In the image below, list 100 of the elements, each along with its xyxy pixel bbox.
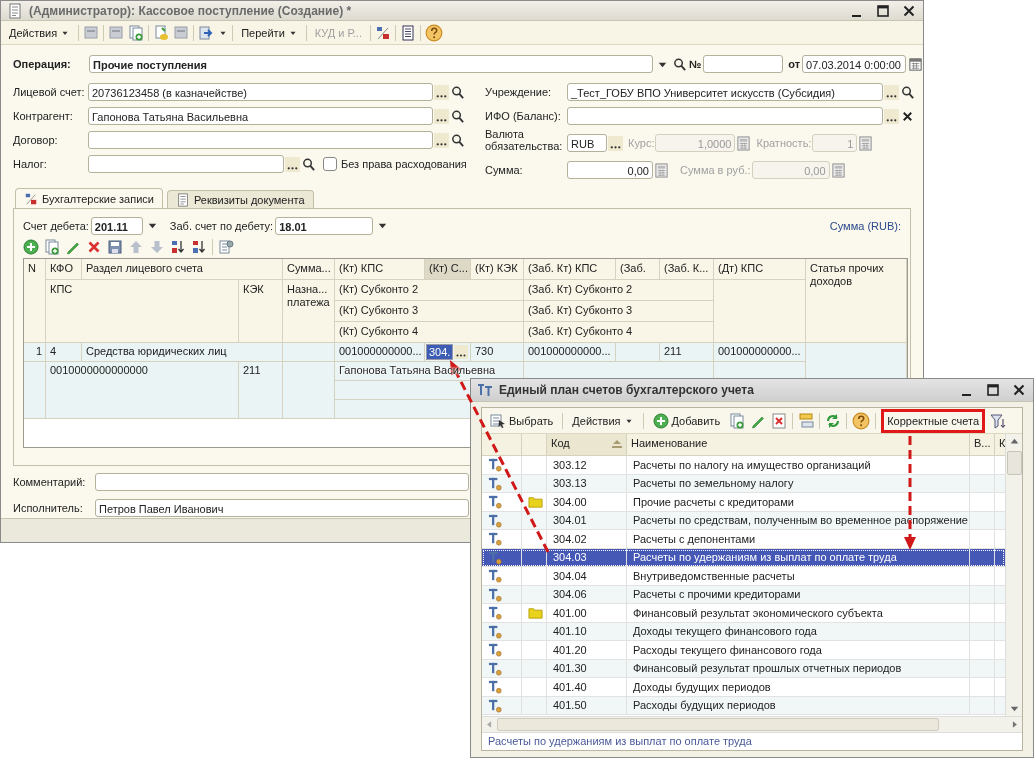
column-header[interactable]: В... <box>970 434 995 455</box>
sort-icon[interactable] <box>170 239 186 256</box>
currency-field[interactable]: RUB <box>567 134 607 153</box>
ellipsis-icon[interactable] <box>434 84 449 100</box>
column-header[interactable]: Раздел лицевого счета <box>82 259 283 281</box>
column-header[interactable]: Код <box>547 434 627 455</box>
input-field[interactable] <box>88 155 284 174</box>
search-icon[interactable] <box>450 132 465 148</box>
menu-button[interactable]: Действия <box>5 21 75 44</box>
account-field[interactable]: 201.11 <box>90 216 143 235</box>
save-icon[interactable] <box>107 239 123 256</box>
input-field[interactable]: 20736123458 (в казначействе) <box>88 83 433 102</box>
column-header[interactable]: Сумма... <box>283 259 335 281</box>
column-header[interactable]: (Заб. Кт) Субконто 2 <box>524 280 714 302</box>
debit-credit-icon[interactable] <box>374 24 391 41</box>
ellipsis-icon[interactable] <box>454 345 469 360</box>
ellipsis-icon[interactable] <box>884 108 899 124</box>
input-field[interactable]: Гапонова Татьяна Васильевна <box>88 107 433 126</box>
toolbar-button[interactable]: Корректные счета <box>881 408 986 433</box>
document-icon[interactable] <box>399 24 416 41</box>
toolbar-button[interactable]: Выбрать <box>486 409 558 432</box>
column-header[interactable]: Наименование <box>627 434 970 455</box>
column-header[interactable]: N <box>24 259 46 344</box>
checkbox[interactable] <box>323 157 337 172</box>
ellipsis-icon[interactable] <box>434 108 449 124</box>
copy-icon[interactable] <box>44 239 60 256</box>
refresh-icon[interactable] <box>825 412 842 429</box>
cell-input[interactable]: 304. <box>426 344 454 361</box>
copy-icon[interactable] <box>729 412 746 429</box>
column-header[interactable]: (Кт) Субконто 2 <box>335 280 524 302</box>
date-field[interactable]: 07.03.2014 0:00:00 <box>802 55 907 74</box>
field-label: Договор: <box>13 134 59 147</box>
column-header[interactable]: (Заб. <box>616 259 660 281</box>
ellipsis-icon[interactable] <box>884 84 899 100</box>
column-header[interactable]: КПС <box>46 280 239 344</box>
menu-button[interactable]: Перейти <box>237 21 302 44</box>
sum-field[interactable]: 0,00 <box>567 161 653 180</box>
document-arrow-icon[interactable] <box>198 24 215 41</box>
add-icon[interactable] <box>23 239 39 256</box>
input-field[interactable] <box>88 131 433 150</box>
column-header[interactable]: КЭК <box>239 280 283 344</box>
field-label: Учреждение: <box>485 86 553 99</box>
search-icon[interactable] <box>450 108 465 124</box>
maximize-icon[interactable] <box>875 2 891 19</box>
help-icon[interactable] <box>424 23 443 42</box>
debit-credit-icon <box>24 191 38 206</box>
settings-icon[interactable] <box>218 239 234 256</box>
account-icon <box>488 623 503 639</box>
number-field[interactable] <box>703 55 784 74</box>
column-header[interactable]: (Дт) КПС <box>714 259 806 281</box>
comment-field[interactable] <box>95 473 469 492</box>
search-icon[interactable] <box>672 56 687 72</box>
column-header[interactable]: (Заб. Кт) Субконто 4 <box>524 322 714 344</box>
copy-icon[interactable] <box>128 24 145 41</box>
table-cell: 730 <box>471 343 524 363</box>
calendar-icon[interactable] <box>908 56 923 72</box>
help-icon[interactable] <box>852 411 871 430</box>
column-header[interactable]: (Кт) Субконто 4 <box>335 322 524 344</box>
account-icon <box>488 586 503 602</box>
column-header[interactable]: Назна... платежа <box>283 280 335 344</box>
ellipsis-icon[interactable] <box>434 132 449 148</box>
input-field[interactable]: Петров Павел Иванович <box>95 499 469 518</box>
search-icon[interactable] <box>900 84 915 100</box>
accounts-icon <box>477 382 493 398</box>
menu-button[interactable]: Действия <box>568 409 638 432</box>
filter-icon[interactable] <box>990 412 1007 429</box>
scrollbar[interactable] <box>1005 434 1022 716</box>
ellipsis-icon[interactable] <box>608 135 623 151</box>
scrollbar[interactable] <box>482 716 1022 732</box>
toolbar-button[interactable]: Добавить <box>648 409 725 432</box>
field-label: Валюта обязательства: <box>485 128 564 153</box>
table-cell <box>283 343 335 363</box>
tab[interactable]: Реквизиты документа <box>167 190 314 209</box>
account-field[interactable]: 18.01 <box>275 216 374 235</box>
scrollbar-thumb[interactable] <box>1006 451 1022 475</box>
column-header[interactable]: КФО <box>46 259 82 281</box>
operation-field[interactable]: Прочие поступления <box>89 55 653 74</box>
ellipsis-icon[interactable] <box>285 156 300 172</box>
search-icon[interactable] <box>450 84 465 100</box>
close-icon[interactable] <box>1011 382 1027 398</box>
delete-icon[interactable] <box>771 412 788 429</box>
column-header[interactable]: (Кт) КЭК <box>471 259 524 281</box>
column-header[interactable]: (Заб. Кт) КПС <box>524 259 616 281</box>
input-field[interactable] <box>567 107 883 126</box>
tab[interactable]: Бухгалтерские записи <box>15 188 163 209</box>
column-header[interactable]: (Заб. К... <box>660 259 714 281</box>
column-header[interactable]: (Заб. Кт) Субконто 3 <box>524 301 714 323</box>
hierarchy-icon[interactable] <box>798 412 815 429</box>
folder-icon <box>528 494 543 510</box>
column-header[interactable]: (Кт) Субконто 3 <box>335 301 524 323</box>
column-header[interactable]: (Кт) С... <box>425 259 471 281</box>
maximize-icon[interactable] <box>985 382 1001 398</box>
column-header[interactable]: (Кт) КПС <box>335 259 425 281</box>
table-cell: 0010000000000000 <box>46 362 239 420</box>
sort-icon[interactable] <box>191 239 207 256</box>
column-header[interactable]: Статья прочих доходов <box>806 259 907 344</box>
search-icon[interactable] <box>301 156 316 172</box>
field-label: Кратность: <box>756 137 812 150</box>
account-icon <box>488 475 503 491</box>
input-field[interactable]: _Тест_ГОБУ ВПО Университет искусств (Субсидия) <box>567 83 883 102</box>
